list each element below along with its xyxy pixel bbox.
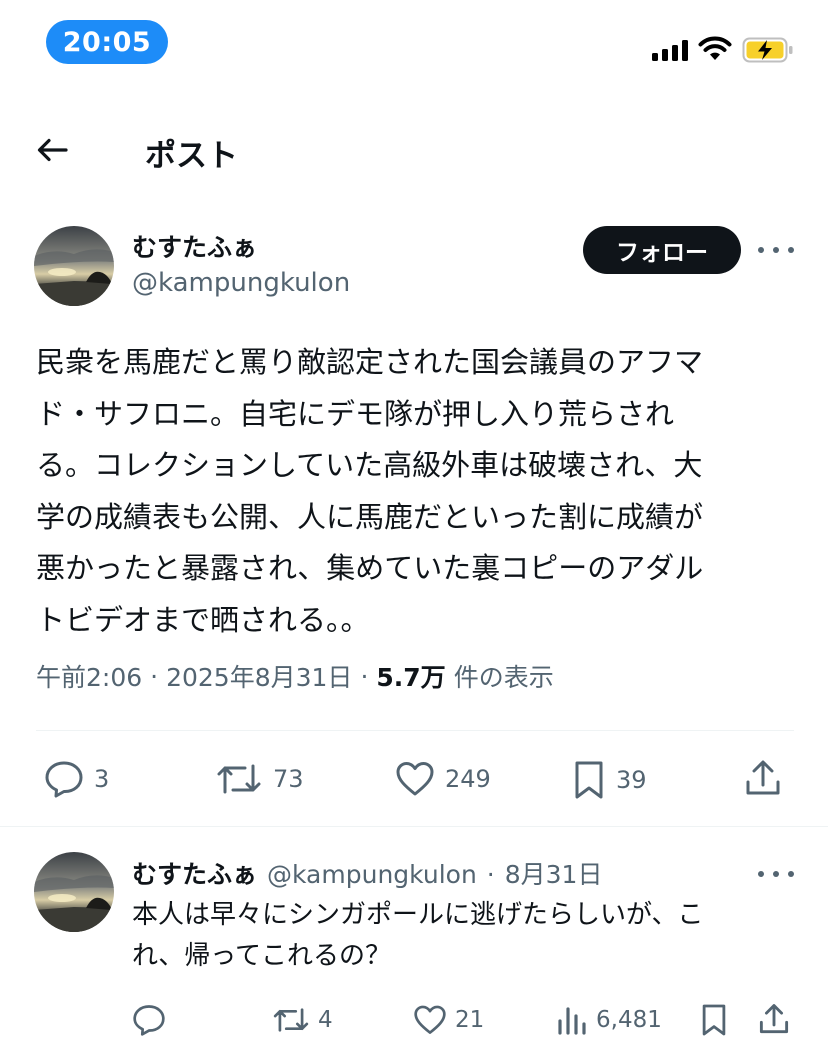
reply-reply-button[interactable] (132, 1004, 174, 1036)
top-nav: ポスト (0, 118, 828, 182)
tweet-text: 民衆を馬鹿だと罵り敵認定された国会議員のアフマ ド・サフロニ。自宅にデモ隊が押し… (36, 345, 704, 637)
reply-repost-count: 4 (318, 1007, 333, 1033)
avatar[interactable] (34, 226, 114, 306)
reply-author-name[interactable]: むすたふぁ (132, 855, 257, 891)
status-time[interactable]: 20:05 (46, 20, 168, 64)
reply-bookmark-button[interactable] (700, 1003, 728, 1037)
share-button[interactable] (744, 758, 782, 798)
speech-bubble-icon (45, 761, 83, 798)
speech-bubble-icon (133, 1005, 165, 1036)
reply-views-count: 6,481 (596, 1007, 662, 1033)
tweet-date[interactable]: 2025年8月31日 (166, 658, 352, 694)
more-horizontal-icon (758, 871, 764, 877)
reply-share-button[interactable] (758, 1002, 790, 1036)
back-button[interactable] (30, 130, 74, 170)
cellular-signal-icon (652, 40, 688, 61)
reply-author-handle[interactable]: @kampungkulon (267, 860, 477, 889)
battery-charging-icon (742, 37, 793, 63)
like-count: 249 (445, 765, 491, 793)
more-horizontal-icon (758, 247, 764, 253)
meta-separator: · (360, 661, 369, 691)
reply-avatar[interactable] (34, 852, 114, 932)
status-bar: 20:05 (0, 0, 828, 90)
reply-count: 3 (94, 765, 110, 793)
bookmark-icon (702, 1004, 726, 1036)
heart-icon (396, 762, 434, 796)
bookmark-count: 39 (616, 766, 647, 794)
reply-like-button[interactable]: 21 (413, 1004, 484, 1036)
tweet-meta: 午前2:06 · 2025年8月31日 · 5.7万 件の表示 (36, 658, 554, 694)
author-handle[interactable]: @kampungkulon (132, 268, 350, 298)
share-upload-icon (759, 1004, 789, 1034)
reply-more-options-button[interactable] (758, 864, 794, 884)
repost-button[interactable]: 73 (215, 760, 304, 798)
repost-arrows-icon (273, 1008, 309, 1032)
repost-arrows-icon (217, 764, 261, 794)
bookmark-button[interactable]: 39 (572, 760, 647, 800)
more-options-button[interactable] (758, 240, 794, 260)
heart-icon (414, 1005, 446, 1034)
reply-button[interactable]: 3 (44, 760, 109, 798)
bookmark-icon (575, 761, 603, 799)
reply-date[interactable]: 8月31日 (505, 855, 603, 891)
author-name[interactable]: むすたふぁ (132, 228, 257, 264)
wifi-icon (698, 36, 732, 60)
tweet-time[interactable]: 午前2:06 (36, 658, 142, 694)
bar-chart-icon (558, 1007, 586, 1035)
reply-text: 本人は早々にシンガポールに逃げたらしいが、こ れ、帰ってこれるの？ (132, 900, 704, 971)
follow-button[interactable]: フォロー (583, 226, 741, 274)
divider (36, 730, 794, 731)
reply-header: むすたふぁ @kampungkulon · 8月31日 (132, 855, 602, 891)
like-button[interactable]: 249 (395, 760, 491, 798)
meta-separator: · (486, 860, 495, 889)
views-count[interactable]: 5.7万 (376, 658, 445, 694)
reply-views-button[interactable]: 6,481 (556, 1004, 662, 1036)
repost-count: 73 (273, 765, 304, 793)
divider (0, 826, 828, 827)
views-label: 件の表示 (453, 663, 554, 692)
arrow-left-icon (37, 138, 68, 162)
reply-repost-button[interactable]: 4 (272, 1004, 333, 1036)
meta-separator: · (150, 661, 159, 691)
share-upload-icon (746, 760, 780, 795)
page-title: ポスト (145, 138, 238, 174)
reply-like-count: 21 (455, 1007, 485, 1033)
